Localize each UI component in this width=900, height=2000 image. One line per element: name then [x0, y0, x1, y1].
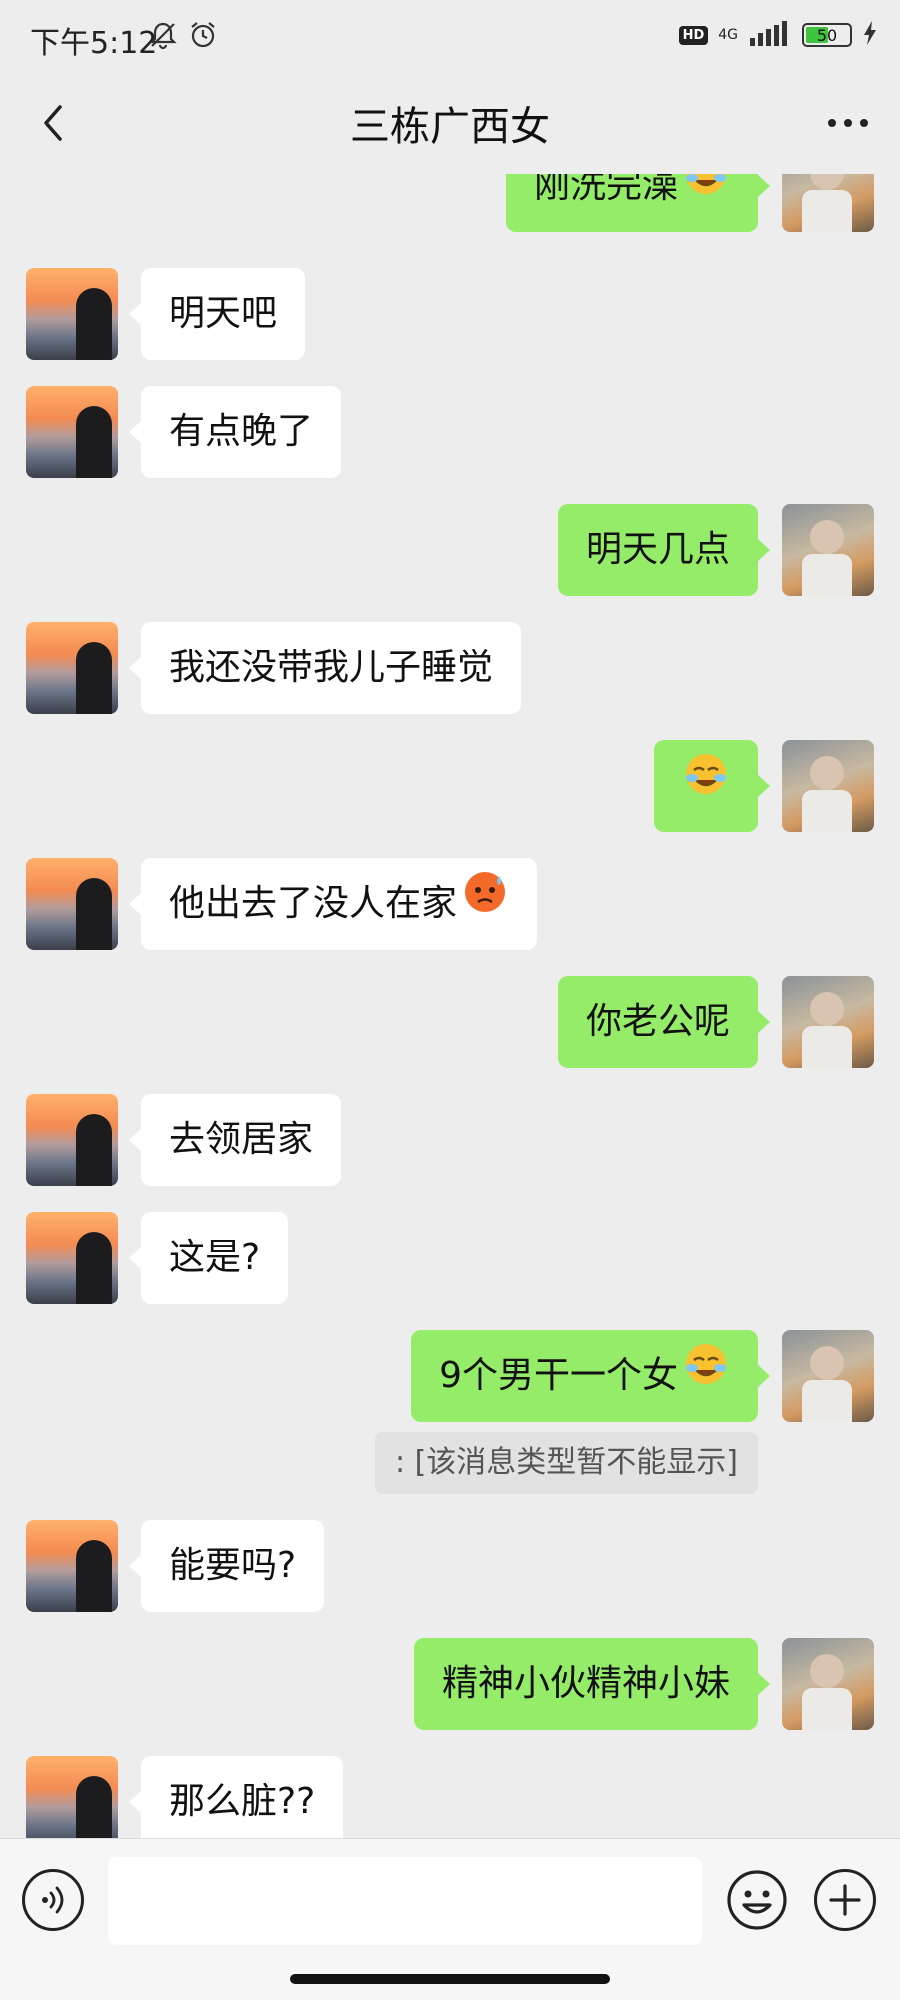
- mute-bell-icon: [148, 20, 178, 54]
- message-bubble[interactable]: 那么脏??: [128, 1756, 344, 1838]
- my-avatar[interactable]: [782, 740, 874, 832]
- face-palm-emoji: [682, 1331, 730, 1423]
- emoji-smile-icon: [727, 1870, 787, 1930]
- network-type: 4G: [718, 27, 738, 43]
- message-row: 明天吧: [0, 268, 900, 360]
- my-avatar[interactable]: [782, 174, 874, 232]
- home-indicator[interactable]: [290, 1974, 610, 1984]
- plus-icon: [829, 1884, 861, 1916]
- message-bubble[interactable]: 这是?: [128, 1212, 289, 1304]
- status-icons-left: [148, 20, 218, 54]
- message-row: 这是?: [0, 1212, 900, 1304]
- message-bubble[interactable]: 精神小伙精神小妹: [413, 1638, 771, 1730]
- message-row: 精神小伙精神小妹: [0, 1638, 900, 1730]
- message-bubble[interactable]: 有点晚了: [128, 386, 342, 478]
- system-note: : [该消息类型暂不能显示]: [374, 1432, 758, 1494]
- message-text: 9个男干一个女: [439, 1355, 678, 1396]
- message-bubble[interactable]: 我还没带我儿子睡觉: [128, 622, 522, 714]
- message-text: 精神小伙精神小妹: [441, 1663, 730, 1704]
- message-text: 你老公呢: [585, 1001, 730, 1042]
- contact-avatar[interactable]: [26, 268, 118, 360]
- message-text: 我还没带我儿子睡觉: [169, 647, 494, 688]
- message-input[interactable]: [108, 1857, 702, 1945]
- emoji-button[interactable]: [726, 1869, 788, 1931]
- my-avatar[interactable]: [782, 1638, 874, 1730]
- message-text: 明天吧: [169, 293, 278, 334]
- hd-badge: HD: [678, 25, 709, 45]
- face-palm-emoji: [682, 741, 730, 833]
- nav-bar: 三栋广西女: [0, 74, 900, 174]
- contact-avatar[interactable]: [26, 1094, 118, 1186]
- message-row: 他出去了没人在家: [0, 858, 900, 950]
- message-row: 能要吗?: [0, 1520, 900, 1612]
- message-bubble[interactable]: 明天几点: [557, 504, 771, 596]
- message-bubble[interactable]: [654, 740, 770, 833]
- charging-icon: [862, 20, 878, 50]
- message-text: 他出去了没人在家: [169, 883, 458, 924]
- message-text: 去领居家: [169, 1119, 314, 1160]
- voice-icon: [42, 1886, 64, 1914]
- more-dots-icon: [828, 119, 868, 127]
- face-palm-emoji: [682, 174, 730, 233]
- message-bubble[interactable]: 9个男干一个女: [411, 1330, 770, 1423]
- message-row: 有点晚了: [0, 386, 900, 478]
- contact-avatar[interactable]: [26, 858, 118, 950]
- contact-avatar[interactable]: [26, 622, 118, 714]
- contact-avatar[interactable]: [26, 386, 118, 478]
- message-text: 有点晚了: [169, 411, 314, 452]
- my-avatar[interactable]: [782, 976, 874, 1068]
- message-row: 我还没带我儿子睡觉: [0, 622, 900, 714]
- status-bar: 下午5:12 HD 4G 50: [0, 0, 900, 74]
- message-bubble[interactable]: 他出去了没人在家: [128, 858, 538, 951]
- my-avatar[interactable]: [782, 504, 874, 596]
- status-right: HD 4G 50: [678, 20, 878, 50]
- message-bubble[interactable]: 能要吗?: [128, 1520, 325, 1612]
- message-row: 9个男干一个女: [0, 1330, 900, 1422]
- my-avatar[interactable]: [782, 1330, 874, 1422]
- message-text: 那么脏??: [169, 1781, 316, 1822]
- voice-button[interactable]: [22, 1869, 84, 1931]
- message-bubble[interactable]: 明天吧: [128, 268, 306, 360]
- contact-avatar[interactable]: [26, 1756, 118, 1838]
- contact-avatar[interactable]: [26, 1520, 118, 1612]
- alarm-icon: [188, 20, 218, 54]
- battery-level: 50: [816, 25, 838, 45]
- message-row: 明天几点: [0, 504, 900, 596]
- message-bubble[interactable]: 去领居家: [128, 1094, 342, 1186]
- status-time: 下午5:12: [30, 26, 158, 61]
- signal-icon: [748, 20, 792, 50]
- message-row: 去领居家: [0, 1094, 900, 1186]
- chat-title: 三栋广西女: [350, 104, 550, 150]
- battery-icon: 50: [802, 23, 852, 47]
- chat-area[interactable]: 刚洗完澡 明天吧 有点晚了 明天几点 我还没带我儿子睡觉 他出去了没人在家 你老…: [0, 174, 900, 1838]
- message-bubble[interactable]: 刚洗完澡: [505, 174, 771, 233]
- message-row: 你老公呢: [0, 976, 900, 1068]
- contact-avatar[interactable]: [26, 1212, 118, 1304]
- sweat-face-emoji: [461, 859, 509, 951]
- more-button[interactable]: [818, 98, 878, 148]
- message-bubble[interactable]: 你老公呢: [557, 976, 771, 1068]
- message-row: 刚洗完澡: [0, 174, 900, 232]
- plus-button[interactable]: [814, 1869, 876, 1931]
- message-text: 这是?: [169, 1237, 261, 1278]
- message-text: 明天几点: [585, 529, 730, 570]
- message-text: 刚洗完澡: [533, 174, 678, 206]
- message-text: 能要吗?: [169, 1545, 297, 1586]
- message-row: [0, 740, 900, 832]
- message-row: 那么脏??: [0, 1756, 900, 1838]
